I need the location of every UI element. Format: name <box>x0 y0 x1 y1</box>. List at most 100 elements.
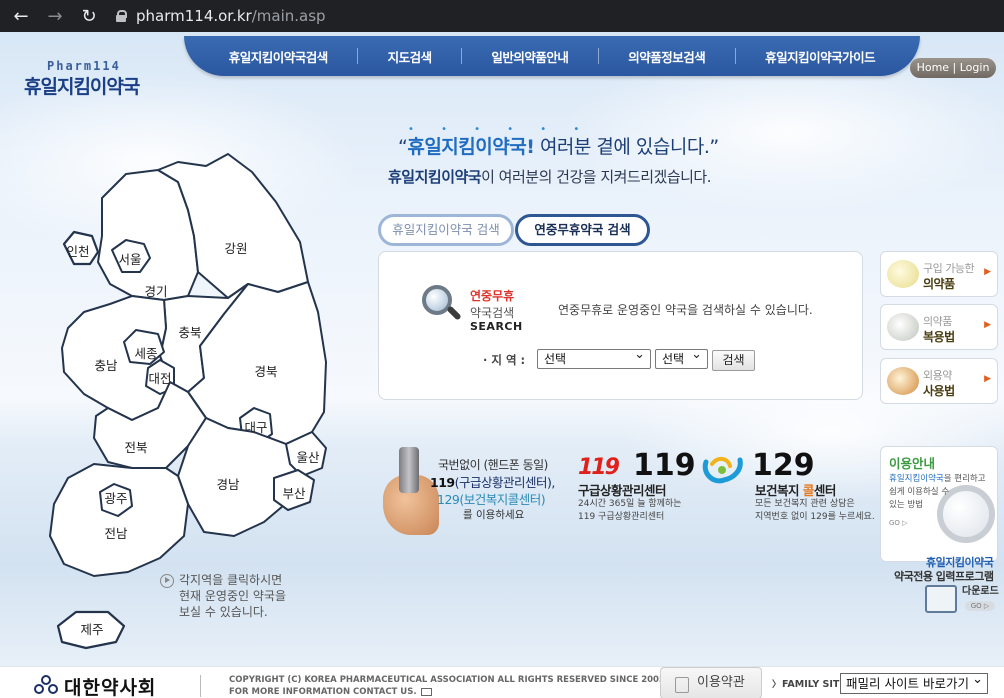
map-label-busan: 부산 <box>282 486 306 501</box>
download-program-icon[interactable] <box>925 585 957 613</box>
side-link-line2: 사용법 <box>923 384 955 398</box>
quote-close: ” <box>709 136 719 158</box>
search-title-gray: 약국검색 <box>470 306 515 320</box>
browser-toolbar: ← → ↻ pharm114.or.kr/main.asp <box>0 0 1004 32</box>
map-label-incheon: 인천 <box>66 244 89 259</box>
nav-divider <box>597 48 599 64</box>
family-site-select[interactable]: 패밀리 사이트 바로가기 <box>840 673 988 694</box>
logo-subtitle: Pharm114 <box>47 59 121 73</box>
map-label-jeonbuk: 전북 <box>124 440 147 455</box>
desc-119-line2: 119 구급상황관리센터 <box>578 512 665 522</box>
download-go-button[interactable]: GO ▷ <box>965 601 995 611</box>
page: Pharm114 휴일지킴이약국 휴일지킴이약국검색 지도검색 일반의약품안내 … <box>0 32 1004 698</box>
arrow-right-icon: ▶ <box>984 374 991 384</box>
download-line3[interactable]: 다운로드 <box>962 582 999 597</box>
side-link-dosage[interactable]: 의약품 복용법 ▶ <box>880 304 998 350</box>
footer-copyright: COPYRIGHT (C) KOREA PHARMACEUTICAL ASSOC… <box>229 675 665 685</box>
url-path: /main.asp <box>251 7 326 25</box>
nav-pharmacy-guide[interactable]: 휴일지킴이약국가이드 <box>765 47 876 66</box>
emergency-119: 119 <box>430 475 455 490</box>
tab-holiday-search[interactable]: 휴일지킴이약국 검색 <box>378 214 514 246</box>
side-link-available-drugs[interactable]: 구입 가능한 의약품 ▶ <box>880 251 998 297</box>
search-button[interactable]: 검색 <box>712 350 755 371</box>
emergency-line1: 국번없이 (핸드폰 동일) <box>438 458 548 472</box>
desc-129: 모든 보건복지 관련 상담은지역번호 없이 129를 누르세요. <box>755 498 875 524</box>
nav-divider <box>734 48 736 64</box>
arrow-right-icon: ▶ <box>984 267 991 277</box>
usage-guide-desc: 휴일지킴이약국을 편리하고 쉽게 이용하실 수 있는 방법 <box>889 473 986 512</box>
headline-brand: 휴일지킴이약국 <box>407 136 527 158</box>
address-bar[interactable]: pharm114.or.kr/main.asp <box>116 4 326 28</box>
usage-guide-desc-brand: 휴일지킴이약국 <box>889 474 944 484</box>
phone-in-hand-icon <box>383 447 443 535</box>
side-link-external-use[interactable]: 외용약 사용법 ▶ <box>880 358 998 404</box>
back-icon[interactable]: ← <box>8 6 34 27</box>
side-link-line2: 의약품 <box>923 277 955 291</box>
headline-bang: ! <box>526 136 535 158</box>
nav-otc-guide[interactable]: 일반의약품안내 <box>491 47 569 66</box>
footer-org-name: 대한약사회 <box>64 677 157 698</box>
usage-guide-heading: 이용안내 <box>889 456 936 471</box>
pill-icon <box>887 260 919 288</box>
map-label-seoul: 서울 <box>118 252 141 267</box>
logo-119: 119 <box>578 455 620 480</box>
region-select[interactable]: 선택 <box>537 346 651 369</box>
map-label-gwangju: 광주 <box>104 491 127 506</box>
nav-map-search[interactable]: 지도검색 <box>388 47 433 66</box>
search-title-en: SEARCH <box>470 320 523 333</box>
map-label-sejong: 세종 <box>134 346 157 361</box>
desc-119-line1: 24시간 365일 늘 함께하는 <box>578 499 682 509</box>
main-nav: 휴일지킴이약국검색 지도검색 일반의약품안내 의약품정보검색 휴일지킴이약국가이… <box>184 36 920 76</box>
title-119: 구급상황관리센터 <box>578 483 667 498</box>
logo-129-icon <box>702 457 743 484</box>
usage-guide-go: GO ▷ <box>889 519 908 527</box>
mail-icon[interactable] <box>420 687 432 696</box>
headline: “휴일지킴이약국! 여러분 곁에 있습니다.” <box>398 132 719 159</box>
map-label-daejeon: 대전 <box>148 371 171 386</box>
desc-129-line1: 모든 보건복지 관련 상담은 <box>755 499 855 509</box>
nav-holiday-pharmacy-search[interactable]: 휴일지킴이약국검색 <box>229 47 329 66</box>
family-site-label: FAMILY SITE <box>772 677 846 690</box>
emergency-line4: 를 이용하세요 <box>463 509 525 521</box>
title-129-highlight: 콜 <box>802 483 815 498</box>
side-link-line2: 복용법 <box>923 330 955 344</box>
url-host: pharm114.or.kr <box>136 7 252 25</box>
region-label: · 지 역 : <box>483 353 526 367</box>
map-label-chungbuk: 충북 <box>178 325 201 340</box>
footer-divider <box>200 675 201 697</box>
lock-icon <box>116 10 127 22</box>
title-129: 보건복지 콜센터 <box>755 480 836 499</box>
subheadline-brand: 휴일지킴이약국 <box>388 168 482 186</box>
reload-icon[interactable]: ↻ <box>76 6 102 27</box>
emergency-line3: 129(보건복지콜센터) <box>437 492 546 507</box>
map-label-gyeongnam: 경남 <box>216 477 240 492</box>
usage-guide-box[interactable]: 이용안내 휴일지킴이약국을 편리하고 쉽게 이용하실 수 있는 방법 GO ▷ <box>880 446 998 562</box>
map-label-gyeongbuk: 경북 <box>254 364 277 379</box>
nav-drug-info-search[interactable]: 의약품정보검색 <box>628 47 706 66</box>
nav-divider <box>461 48 462 64</box>
search-title-red: 연중무휴 <box>470 289 515 303</box>
district-select[interactable]: 선택 <box>655 346 708 369</box>
side-link-line1: 외용약 <box>923 369 952 382</box>
home-login-button[interactable]: Home | Login <box>910 58 996 78</box>
side-link-line1: 구입 가능한 <box>923 262 975 275</box>
region-jeonnam[interactable] <box>49 463 189 577</box>
desc-129-line2: 지역번호 없이 129를 누르세요. <box>755 512 875 522</box>
footer-contact: FOR MORE INFORMATION CONTACT US. <box>229 687 432 697</box>
title-129-a: 보건복지 <box>755 483 803 498</box>
ointment-icon <box>887 367 919 395</box>
mortar-icon <box>887 313 919 341</box>
subheadline: 휴일지킴이약국이 여러분의 건강을 지켜드리겠습니다. <box>388 166 711 187</box>
site-logo[interactable]: 휴일지킴이약국 <box>24 72 140 99</box>
arrow-right-icon: ▶ <box>984 320 991 330</box>
tab-yearround-search[interactable]: 연중무휴약국 검색 <box>515 214 650 246</box>
map-hint-text: 각지역을 클릭하시면 현재 운영중인 약국을 보실 수 있습니다. <box>179 573 286 619</box>
forward-icon[interactable]: → <box>42 6 68 27</box>
emergency-119-label: (구급상황관리센터), <box>454 475 556 490</box>
map-label-chungnam: 충남 <box>94 358 118 373</box>
headline-rest: 여러분 곁에 있습니다. <box>539 136 710 158</box>
terms-button[interactable]: 이용약관 <box>660 667 762 698</box>
map-label-jeonnam: 전남 <box>104 526 128 541</box>
title-129-b: 센터 <box>813 483 837 498</box>
map-label-ulsan: 울산 <box>296 450 320 465</box>
